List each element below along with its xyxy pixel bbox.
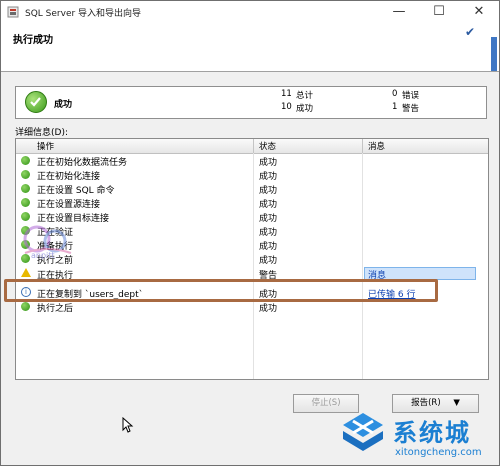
error-count: 0: [392, 89, 398, 99]
maximize-button[interactable]: ☐: [419, 1, 459, 23]
warning-label: 警告: [402, 104, 420, 114]
details-label: 详细信息(D):: [15, 128, 68, 138]
check-mark-icon: ✔: [464, 25, 475, 39]
error-label: 错误: [402, 91, 420, 101]
report-button-label: 报告(R): [411, 398, 441, 408]
window-title: SQL Server 导入和导出向导: [25, 9, 142, 19]
grid-row[interactable]: 正在初始化连接 成功: [16, 168, 488, 182]
grid-row[interactable]: 准备执行 成功: [16, 238, 488, 252]
close-button[interactable]: ✕: [459, 1, 499, 23]
row-action: 正在初始化连接: [37, 172, 101, 182]
column-header-action[interactable]: 操作: [37, 140, 54, 152]
success-icon: [21, 184, 30, 193]
title-bar: SQL Server 导入和导出向导 — ☐ ✕: [1, 1, 499, 23]
minimize-button[interactable]: —: [379, 1, 419, 23]
column-divider[interactable]: [362, 139, 363, 153]
grid-row[interactable]: 执行之前 成功: [16, 252, 488, 266]
row-action: 执行之后: [37, 304, 74, 314]
success-icon: [25, 91, 47, 113]
success-label: 成功: [296, 104, 314, 114]
summary-status: 成功: [54, 100, 73, 110]
row-action: 正在设置源连接: [37, 200, 101, 210]
wizard-header: 执行成功 ✔: [1, 23, 499, 72]
grid-row[interactable]: 正在验证 成功: [16, 224, 488, 238]
page-title: 执行成功: [13, 35, 53, 46]
row-action: 正在设置 SQL 命令: [37, 186, 115, 196]
report-button[interactable]: 报告(R) ▼: [392, 394, 479, 413]
row-status: 成功: [259, 256, 278, 266]
row-status: 成功: [259, 158, 278, 168]
row-action: 正在初始化数据流任务: [37, 158, 128, 168]
grid-row[interactable]: 正在初始化数据流任务 成功: [16, 154, 488, 168]
success-icon: [21, 302, 30, 311]
row-status: 成功: [259, 228, 278, 238]
grid-row[interactable]: 正在设置目标连接 成功: [16, 210, 488, 224]
success-count: 10: [281, 102, 292, 112]
site-url: xitongcheng.com: [395, 447, 482, 458]
column-header-message[interactable]: 消息: [368, 140, 385, 152]
warning-icon: [21, 268, 31, 277]
row-status: 成功: [259, 214, 278, 224]
grid-row[interactable]: 正在执行 警告 消息: [16, 267, 488, 281]
row-status: 成功: [259, 186, 278, 196]
total-count: 11: [281, 89, 292, 99]
mouse-cursor-icon: [122, 417, 134, 433]
wizard-window: SQL Server 导入和导出向导 — ☐ ✕ 执行成功 ✔ 成功 11 总计…: [0, 0, 500, 466]
row-status: 成功: [259, 304, 278, 314]
total-label: 总计: [296, 91, 314, 101]
site-logo: [343, 413, 383, 451]
row-status: 成功: [259, 172, 278, 182]
grid-row[interactable]: 正在设置 SQL 命令 成功: [16, 182, 488, 196]
column-divider[interactable]: [253, 139, 254, 153]
warning-count: 1: [392, 102, 398, 112]
dropdown-arrow-icon: ▼: [453, 398, 460, 408]
success-icon: [21, 198, 30, 207]
success-icon: [21, 170, 30, 179]
row-status: 成功: [259, 200, 278, 210]
grid-row[interactable]: 正在设置源连接 成功: [16, 196, 488, 210]
header-accent-bar: [491, 37, 497, 71]
success-icon: [21, 156, 30, 165]
grid-header: 操作 状态 消息: [16, 139, 488, 154]
column-header-status[interactable]: 状态: [259, 140, 276, 152]
sql-server-app-icon: [7, 6, 19, 18]
success-icon: [21, 212, 30, 221]
watermark-text: anpitt: [31, 251, 55, 260]
site-name: 系统城: [393, 419, 471, 447]
summary-panel: 成功 11 总计 10 成功 0 错误 1 警告: [15, 86, 487, 119]
details-grid[interactable]: 操作 状态 消息 正在初始化数据流任务 成功 正在初始化连接 成功 正在设置 S…: [15, 138, 489, 380]
annotation-highlight-box: [4, 279, 438, 302]
row-status: 成功: [259, 242, 278, 252]
